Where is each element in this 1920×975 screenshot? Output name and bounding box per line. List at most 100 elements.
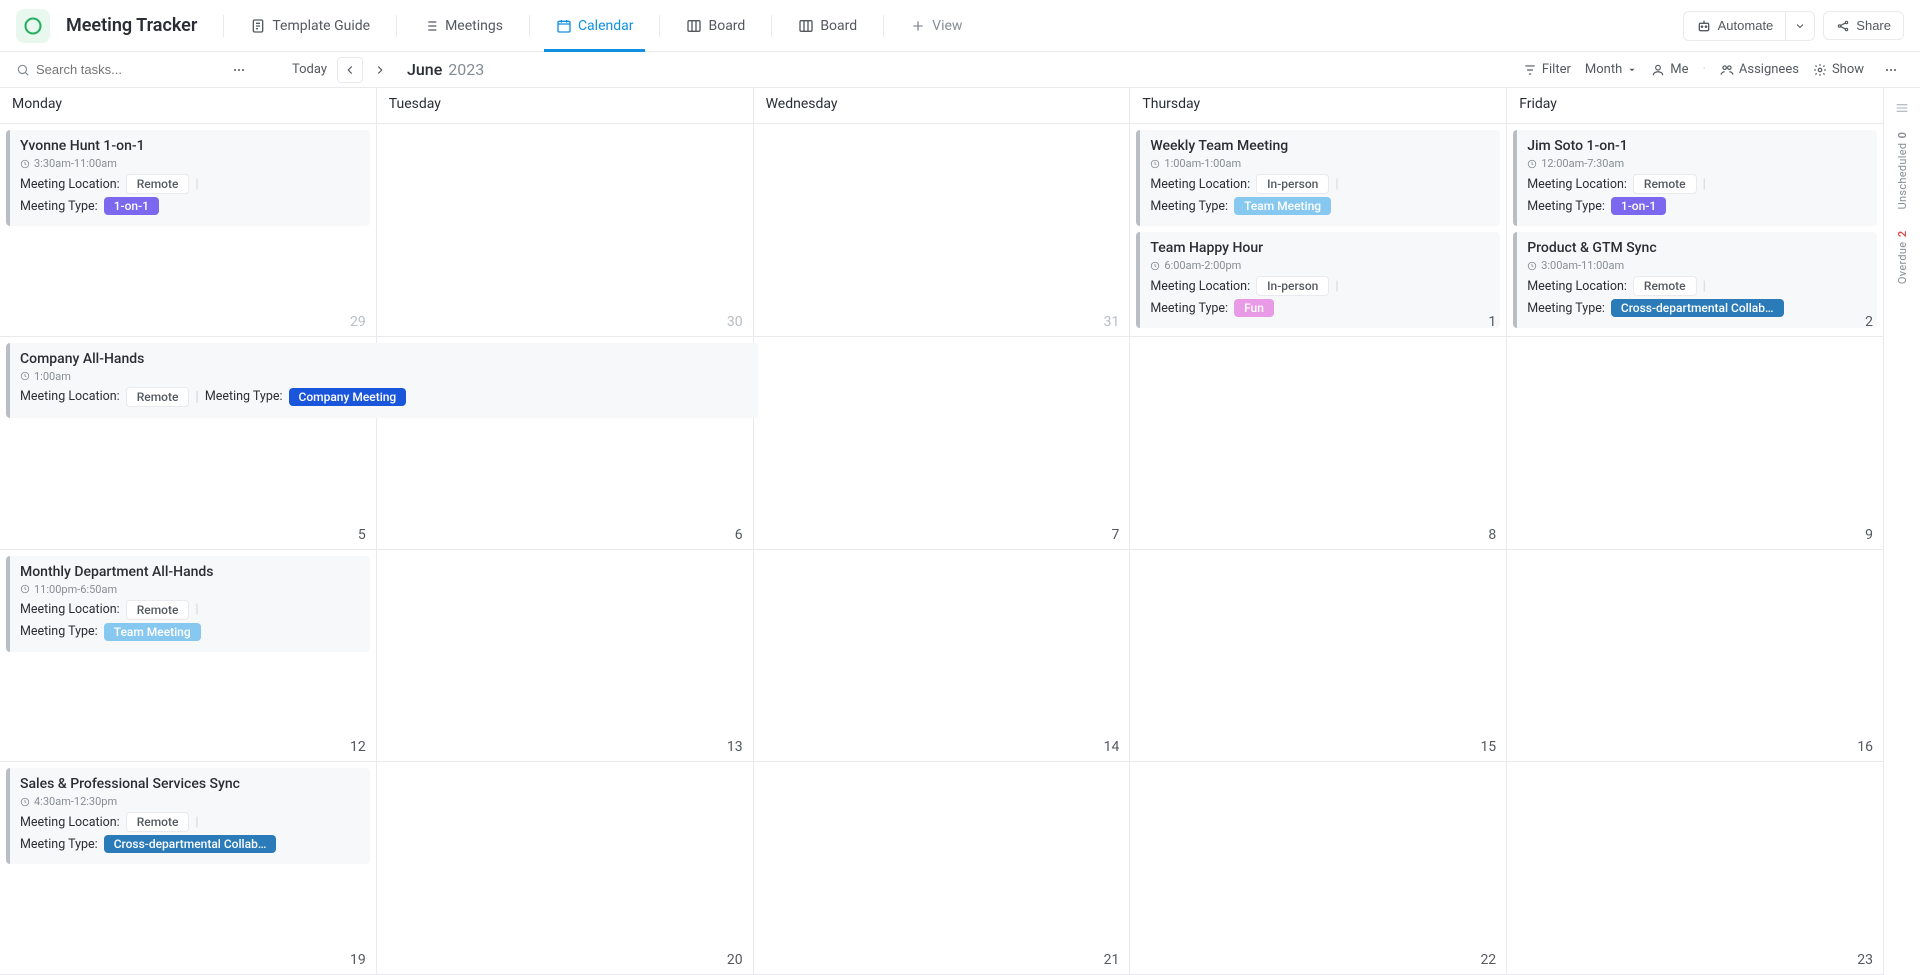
board-icon [686,18,702,34]
cal-cell[interactable]: 16 [1507,550,1883,762]
date-number: 14 [1104,739,1120,755]
cal-cell[interactable]: 15 [1130,550,1507,762]
tag-type: 1-on-1 [1611,197,1666,215]
cal-cell[interactable]: Sales & Professional Services Sync 4:30a… [0,762,377,974]
chevron-down-icon [1794,20,1806,32]
collapse-icon[interactable] [1894,100,1910,116]
clock-icon [20,797,30,807]
tag-location: Remote [126,600,190,620]
cal-cell[interactable]: 20 [377,762,754,974]
tag-location: Remote [1633,276,1697,296]
cal-cell[interactable]: Jim Soto 1-on-1 12:00am-7:30am Meeting L… [1507,124,1883,336]
gear-icon [1813,63,1827,77]
overdue-panel[interactable]: Overdue 2 [1896,225,1909,290]
date-number: 7 [1112,527,1120,543]
show-button[interactable]: Show [1813,62,1864,77]
date-number: 1 [1488,314,1496,330]
cal-cell[interactable]: 30 [377,124,754,336]
automate-button[interactable]: Automate [1683,11,1787,41]
more-options[interactable] [226,57,252,83]
cal-cell[interactable]: 7 [754,337,1131,549]
date-number: 23 [1857,952,1873,968]
chevron-left-icon [343,63,357,77]
clock-icon [1527,261,1537,271]
tag-type: 1-on-1 [104,197,159,215]
robot-icon [1696,18,1712,34]
event-happy-hour[interactable]: Team Happy Hour 6:00am-2:00pm Meeting Lo… [1136,232,1500,328]
date-number: 20 [727,952,743,968]
unscheduled-panel[interactable]: Unscheduled 0 [1896,126,1909,215]
tag-type: Team Meeting [104,623,201,641]
chevron-right-icon [373,63,387,77]
day-header-mon: Monday [0,88,377,123]
date-number: 12 [350,739,366,755]
date-number: 30 [727,314,743,330]
tab-label: View [932,18,962,34]
clock-icon [20,584,30,594]
cal-cell[interactable]: Company All-Hands 1:00am Meeting Locatio… [0,337,377,549]
assignees-filter[interactable]: Assignees [1720,62,1799,77]
search-input[interactable] [36,62,176,77]
cal-cell[interactable]: Yvonne Hunt 1-on-1 3:30am-11:00am Meetin… [0,124,377,336]
share-icon [1836,19,1850,33]
add-view[interactable]: View [898,0,974,52]
share-label: Share [1856,18,1891,33]
clock-icon [20,159,30,169]
cal-cell[interactable]: 21 [754,762,1131,974]
share-button[interactable]: Share [1823,11,1904,40]
plus-icon [910,18,926,34]
clock-icon [20,371,30,381]
event-dept-allhands[interactable]: Monthly Department All-Hands 11:00pm-6:5… [6,556,370,652]
cal-cell[interactable]: 13 [377,550,754,762]
app-title: Meeting Tracker [66,15,197,36]
date-number: 9 [1865,527,1873,543]
event-jim-soto[interactable]: Jim Soto 1-on-1 12:00am-7:30am Meeting L… [1513,130,1877,226]
tab-label: Calendar [578,18,634,34]
cal-cell[interactable]: 22 [1130,762,1507,974]
tab-template-guide[interactable]: Template Guide [238,0,382,52]
event-yvonne[interactable]: Yvonne Hunt 1-on-1 3:30am-11:00am Meetin… [6,130,370,226]
tab-meetings[interactable]: Meetings [411,0,515,52]
period-selector[interactable]: Month [1585,62,1637,77]
dots-icon [231,62,247,78]
tab-board-2[interactable]: Board [786,0,869,52]
day-header-fri: Friday [1507,88,1883,123]
date-number: 29 [350,314,366,330]
date-number: 15 [1480,739,1496,755]
cal-cell[interactable]: 23 [1507,762,1883,974]
cal-cell[interactable]: 9 [1507,337,1883,549]
tag-type: Team Meeting [1234,197,1331,215]
tab-board-1[interactable]: Board [674,0,757,52]
tag-type: Fun [1234,299,1274,317]
date-number: 21 [1104,952,1120,968]
prev-button[interactable] [337,57,363,83]
tag-location: Remote [1633,174,1697,194]
filter-button[interactable]: Filter [1523,62,1571,77]
cal-cell[interactable]: 14 [754,550,1131,762]
cal-cell[interactable]: Weekly Team Meeting 1:00am-1:00am Meetin… [1130,124,1507,336]
event-sales-sync[interactable]: Sales & Professional Services Sync 4:30a… [6,768,370,864]
cal-cell[interactable]: 8 [1130,337,1507,549]
clock-icon [1150,261,1160,271]
cal-cell[interactable]: Monthly Department All-Hands 11:00pm-6:5… [0,550,377,762]
today-button[interactable]: Today [292,62,327,77]
toolbar-more[interactable] [1878,57,1904,83]
automate-dropdown[interactable] [1786,11,1815,41]
cal-cell[interactable]: 31 [754,124,1131,336]
list-icon [423,18,439,34]
day-header-wed: Wednesday [754,88,1131,123]
date-number: 31 [1104,314,1120,330]
tab-label: Board [708,18,745,34]
app-icon [16,9,50,43]
event-weekly-team[interactable]: Weekly Team Meeting 1:00am-1:00am Meetin… [1136,130,1500,226]
next-button[interactable] [367,57,393,83]
event-all-hands[interactable]: Company All-Hands 1:00am Meeting Locatio… [6,343,758,418]
dots-icon [1883,62,1899,78]
clock-icon [1527,159,1537,169]
me-filter[interactable]: Me [1651,62,1688,77]
clock-icon [1150,159,1160,169]
event-gtm-sync[interactable]: Product & GTM Sync 3:00am-11:00am Meetin… [1513,232,1877,328]
tab-calendar[interactable]: Calendar [544,0,646,52]
calendar-icon [556,18,572,34]
tag-location: Remote [126,387,190,407]
